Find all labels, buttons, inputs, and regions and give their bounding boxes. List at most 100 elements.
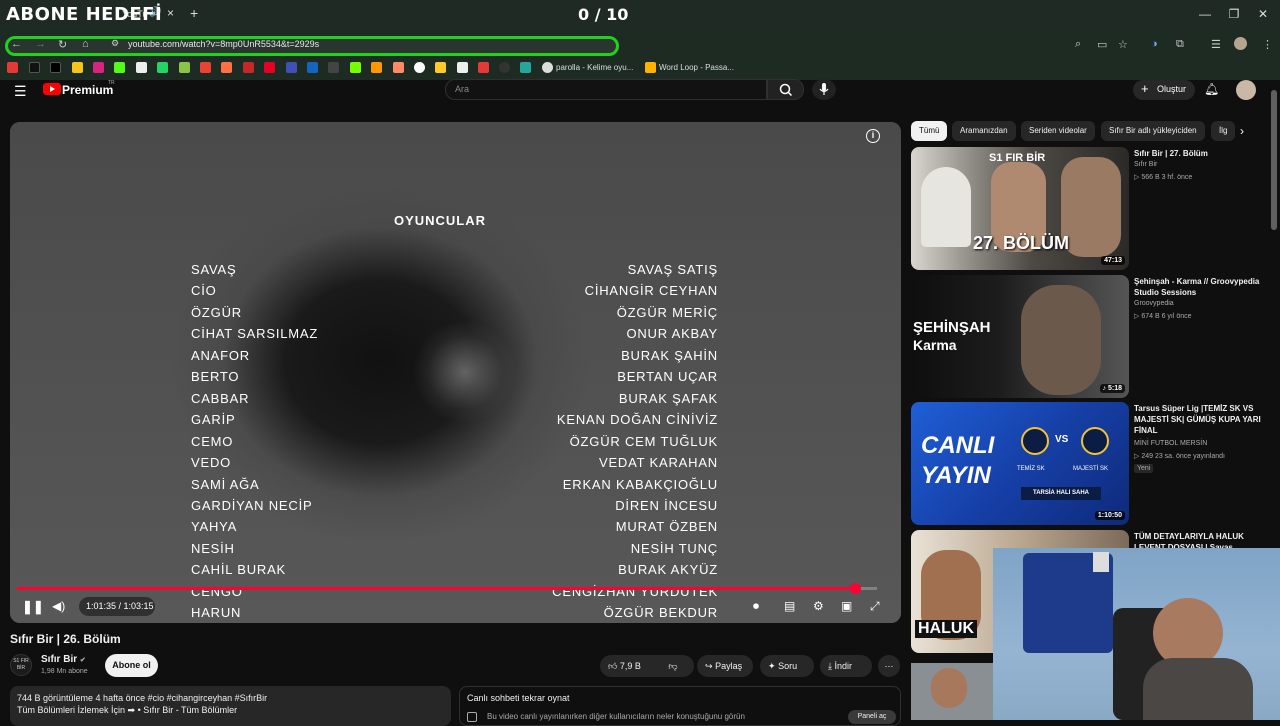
- bookmark-icon-8[interactable]: [179, 62, 190, 73]
- close-window-icon[interactable]: ✕: [1256, 7, 1270, 21]
- cast-icon[interactable]: ▭: [1097, 38, 1107, 51]
- subtitles-icon[interactable]: ▤: [784, 599, 795, 613]
- home-icon[interactable]: ⌂: [82, 38, 89, 50]
- extension-icon[interactable]: ◑: [1151, 38, 1158, 50]
- bookmark-icon-22[interactable]: [478, 62, 489, 73]
- progress-scrubber[interactable]: [850, 583, 861, 594]
- subscribe-button[interactable]: Abone ol: [105, 654, 158, 677]
- menu-icon[interactable]: ☰: [14, 83, 27, 100]
- back-icon[interactable]: ←: [11, 38, 22, 50]
- bookmark-icon-20[interactable]: [435, 62, 446, 73]
- profile-avatar[interactable]: [1234, 37, 1247, 50]
- bookmark-icon-18[interactable]: [393, 62, 404, 73]
- url-text[interactable]: youtube.com/watch?v=8mp0UnR5534&t=2929s: [128, 39, 319, 49]
- bookmark-s-icon[interactable]: [72, 62, 83, 73]
- miniplayer-icon[interactable]: ▣: [841, 599, 852, 613]
- bookmark-star-icon[interactable]: ☆: [1118, 38, 1128, 51]
- forward-icon[interactable]: →: [35, 38, 46, 50]
- zoom-icon[interactable]: ⌕: [1075, 38, 1081, 51]
- reading-list-icon[interactable]: ☰: [1211, 38, 1221, 51]
- bookmark-icon-24[interactable]: [520, 62, 531, 73]
- video-channel[interactable]: MİNİ FUTBOL MERSİN: [1134, 440, 1207, 447]
- video-thumbnail[interactable]: CANLI YAYIN VS TEMİZ SK MAJESTİ SK TARSİ…: [911, 402, 1129, 525]
- voice-search-button[interactable]: [812, 79, 836, 100]
- bookmark-instagram-icon[interactable]: [93, 62, 104, 73]
- chip-related[interactable]: İlg: [1211, 121, 1235, 141]
- bookmarks-bar: [0, 58, 1280, 80]
- bookmark-wordloop-icon[interactable]: [645, 62, 656, 73]
- credit-role: SAMİ AĞA: [191, 476, 260, 492]
- chevron-right-icon[interactable]: ›: [1240, 124, 1244, 138]
- channel-name-text[interactable]: Sıfır Bir: [41, 654, 77, 665]
- settings-gear-icon[interactable]: ⚙: [813, 599, 824, 613]
- bookmark-icon-13[interactable]: [286, 62, 297, 73]
- open-panel-button[interactable]: Paneli aç: [848, 710, 896, 724]
- chip-all[interactable]: Tümü: [911, 121, 948, 141]
- minimize-icon[interactable]: —: [1198, 7, 1212, 21]
- credit-role: CABBAR: [191, 390, 250, 406]
- bookmark-whatsapp-icon[interactable]: [157, 62, 168, 73]
- like-button[interactable]: 👍︎ 7,9 B: [600, 655, 656, 677]
- video-player[interactable]: OYUNCULAR SAVAŞ SAVAŞ SATIŞ CİO CİHANGİR CE…: [10, 122, 901, 623]
- team-name: MAJESTİ SK: [1073, 466, 1109, 472]
- bookmark-icon-6[interactable]: [136, 62, 147, 73]
- chip-from-search[interactable]: Aramanızdan: [952, 121, 1016, 141]
- video-thumbnail[interactable]: ŞEHİNŞAH Karma ♪ 5:18: [911, 275, 1129, 398]
- info-icon[interactable]: i: [866, 129, 880, 143]
- bookmark-x-icon[interactable]: [50, 62, 61, 73]
- bookmark-gmail-icon[interactable]: [200, 62, 211, 73]
- bookmark-icon-14[interactable]: [307, 62, 318, 73]
- channel-name[interactable]: Sıfır Bir ✔: [41, 654, 86, 665]
- bookmark-kick-icon[interactable]: [114, 62, 125, 73]
- pause-icon[interactable]: ❚❚: [22, 599, 44, 615]
- bookmark-pinterest-icon[interactable]: [264, 62, 275, 73]
- notifications-bell-icon[interactable]: 🔔︎: [1204, 82, 1219, 96]
- bookmark-parolla-icon[interactable]: [542, 62, 553, 73]
- bookmark-youtube-icon[interactable]: [7, 62, 18, 73]
- channel-avatar[interactable]: S1 FIR BİR: [10, 654, 32, 676]
- bookmark-icon-15[interactable]: [328, 62, 339, 73]
- video-title-link[interactable]: Sıfır Bir | 27. Bölüm: [1134, 148, 1264, 159]
- share-button[interactable]: ↪ Paylaş: [697, 655, 753, 677]
- extensions-puzzle-icon[interactable]: ⧉: [1176, 38, 1184, 51]
- account-avatar[interactable]: [1236, 80, 1256, 100]
- search-icon: [779, 83, 793, 97]
- thumbnail-figure: [921, 167, 971, 247]
- video-channel[interactable]: Sıfır Bir: [1134, 161, 1157, 168]
- dislike-button[interactable]: 👎︎: [662, 655, 684, 677]
- video-thumbnail[interactable]: S1 FIR BİR 27. BÖLÜM 47:13: [911, 147, 1129, 270]
- ask-button[interactable]: ✦ Soru: [760, 655, 814, 677]
- chip-series[interactable]: Seriden videolar: [1021, 121, 1095, 141]
- chip-uploader[interactable]: Sıfır Bir adlı yükleyiciden: [1101, 121, 1205, 141]
- more-actions-button[interactable]: ⋯: [878, 655, 900, 677]
- bookmark-spotify-icon[interactable]: [414, 62, 425, 73]
- bookmark-icon-21[interactable]: [457, 62, 468, 73]
- bookmark-icon-23[interactable]: [499, 62, 510, 73]
- bookmark-icon-10[interactable]: [221, 62, 232, 73]
- site-info-icon[interactable]: ⚙: [111, 38, 119, 49]
- credit-role: CEMO: [191, 433, 234, 449]
- bookmark-icon-17[interactable]: [371, 62, 382, 73]
- bookmark-parolla[interactable]: parolla - Kelime oyu...: [556, 63, 633, 72]
- video-title-link[interactable]: Tarsus Süper Lig |TEMİZ SK VS MAJESTİ SK…: [1134, 403, 1264, 436]
- download-button[interactable]: ⤓ İndir: [820, 655, 872, 677]
- search-input[interactable]: [445, 79, 767, 100]
- chrome-menu-icon[interactable]: ⋮: [1262, 38, 1273, 51]
- bookmark-wordloop[interactable]: Word Loop - Passa...: [659, 63, 734, 72]
- tab-close-icon[interactable]: ×: [167, 6, 174, 20]
- bookmark-tiktok-icon[interactable]: [29, 62, 40, 73]
- search-button[interactable]: [767, 79, 804, 100]
- bookmark-icon-11[interactable]: [243, 62, 254, 73]
- bookmark-icon-16[interactable]: [350, 62, 361, 73]
- new-tab-icon[interactable]: +: [190, 5, 198, 21]
- video-title-link[interactable]: Şehinşah - Karma // Groovypedia Studio S…: [1134, 276, 1264, 298]
- volume-icon[interactable]: ◀): [52, 599, 65, 613]
- reload-icon[interactable]: ↻: [58, 38, 67, 51]
- page-scrollbar[interactable]: [1271, 90, 1277, 230]
- youtube-premium-text[interactable]: Premium: [62, 83, 113, 97]
- maximize-icon[interactable]: ❐: [1227, 7, 1241, 21]
- fullscreen-icon[interactable]: ⤢: [870, 599, 880, 614]
- credit-actor: ÖZGÜR CEM TUĞLUK: [569, 433, 718, 449]
- autoplay-toggle-icon[interactable]: ⏺: [753, 599, 759, 614]
- video-channel[interactable]: Groovypedia: [1134, 300, 1174, 307]
